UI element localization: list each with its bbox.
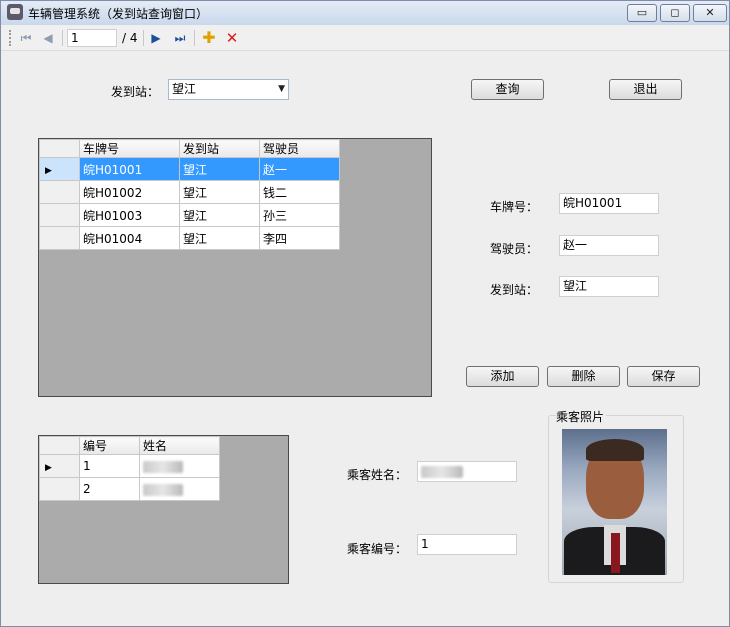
station-query-label: 发到站： [111,85,160,99]
table-row[interactable]: ▶ 1 [39,454,220,478]
window-title: 车辆管理系统（发到站查询窗口） [28,7,209,21]
window-bottom-edge [1,609,729,626]
toolbar-grip[interactable] [9,30,12,46]
cell-plate[interactable]: 皖H01003 [79,203,180,227]
cell-station[interactable]: 望江 [179,203,260,227]
cell-driver[interactable]: 赵一 [259,157,340,181]
chevron-down-icon[interactable]: ▼ [278,80,285,99]
column-header-driver[interactable]: 驾驶员 [259,139,340,158]
row-header[interactable]: ▶ [39,157,80,181]
vehicles-table: 车牌号 发到站 驾驶员 ▶ 皖H01001 望江 赵一 皖H01002 望江 钱… [39,139,340,250]
plate-label: 车牌号： [490,200,539,214]
add-new-icon[interactable]: ✚ [200,29,218,47]
column-header-plate[interactable]: 车牌号 [79,139,180,158]
driver-field[interactable]: 赵一 [559,235,659,256]
binding-navigator: ⏮ ◀ 1 / 4 ▶ ⏭ ✚ ✕ [1,25,729,51]
cell-station[interactable]: 望江 [179,180,260,204]
row-header[interactable] [39,477,80,501]
passenger-id-label: 乘客编号： [347,542,408,556]
save-button[interactable]: 保存 [627,366,700,387]
redacted-name [421,465,463,478]
current-row-icon: ▶ [45,463,52,473]
cell-plate[interactable]: 皖H01001 [79,157,180,181]
table-row[interactable]: ▶ 皖H01001 望江 赵一 [39,157,340,181]
delete-button[interactable]: 删除 [547,366,620,387]
passenger-name-label: 乘客姓名： [347,468,408,482]
cell-passenger-name[interactable] [139,477,220,501]
cell-passenger-id[interactable]: 2 [79,477,140,501]
photo-hair [586,439,644,461]
redacted-name [143,460,183,473]
record-count: / 4 [122,31,138,45]
maximize-button[interactable]: ◻ [660,4,690,22]
row-header[interactable] [39,226,80,250]
close-button[interactable]: ✕ [693,4,727,22]
plate-field[interactable]: 皖H01001 [559,193,659,214]
toolbar-separator [62,30,63,46]
move-previous-icon[interactable]: ◀ [39,29,57,47]
passenger-photo [562,429,667,575]
driver-label: 驾驶员： [490,242,539,256]
passengers-grid[interactable]: 编号 姓名 ▶ 1 2 [38,435,289,584]
passenger-id-field[interactable]: 1 [417,534,517,555]
cell-station[interactable]: 望江 [179,157,260,181]
add-button[interactable]: 添加 [466,366,539,387]
station-select-value: 望江 [172,82,197,96]
query-button[interactable]: 查询 [471,79,544,100]
column-header-passenger-id[interactable]: 编号 [79,436,140,455]
row-header-corner [39,436,80,455]
car-app-icon [7,4,23,20]
station-label: 发到站： [490,283,539,297]
toolbar-separator [143,30,144,46]
move-first-icon[interactable]: ⏮ [17,29,35,47]
position-input[interactable]: 1 [67,29,117,47]
move-next-icon[interactable]: ▶ [147,29,165,47]
exit-button[interactable]: 退出 [609,79,682,100]
station-field[interactable]: 望江 [559,276,659,297]
table-row[interactable]: 皖H01004 望江 李四 [39,226,340,250]
cell-driver[interactable]: 钱二 [259,180,340,204]
cell-passenger-name[interactable] [139,454,220,478]
row-header[interactable]: ▶ [39,454,80,478]
column-header-passenger-name[interactable]: 姓名 [139,436,220,455]
passengers-table: 编号 姓名 ▶ 1 2 [39,436,220,501]
cell-plate[interactable]: 皖H01004 [79,226,180,250]
cell-plate[interactable]: 皖H01002 [79,180,180,204]
vehicles-grid[interactable]: 车牌号 发到站 驾驶员 ▶ 皖H01001 望江 赵一 皖H01002 望江 钱… [38,138,432,397]
row-header[interactable] [39,203,80,227]
main-window: 车辆管理系统（发到站查询窗口） ▭ ◻ ✕ ⏮ ◀ 1 / 4 ▶ ⏭ ✚ ✕ … [0,0,730,627]
passenger-name-field[interactable] [417,461,517,482]
row-header-corner [39,139,80,158]
title-bar: 车辆管理系统（发到站查询窗口） ▭ ◻ ✕ [1,1,729,25]
table-row[interactable]: 2 [39,477,220,501]
table-row[interactable]: 皖H01002 望江 钱二 [39,180,340,204]
station-select[interactable]: 望江 ▼ [168,79,289,100]
table-row[interactable]: 皖H01003 望江 孙三 [39,203,340,227]
column-header-station[interactable]: 发到站 [179,139,260,158]
delete-icon[interactable]: ✕ [223,29,241,47]
cell-passenger-id[interactable]: 1 [79,454,140,478]
toolbar-separator [194,30,195,46]
photo-group-label: 乘客照片 [556,408,607,425]
minimize-button[interactable]: ▭ [627,4,657,22]
current-row-icon: ▶ [45,166,52,176]
cell-driver[interactable]: 李四 [259,226,340,250]
row-header[interactable] [39,180,80,204]
cell-station[interactable]: 望江 [179,226,260,250]
cell-driver[interactable]: 孙三 [259,203,340,227]
move-last-icon[interactable]: ⏭ [171,29,189,47]
redacted-name [143,483,183,496]
photo-tie [611,533,620,573]
